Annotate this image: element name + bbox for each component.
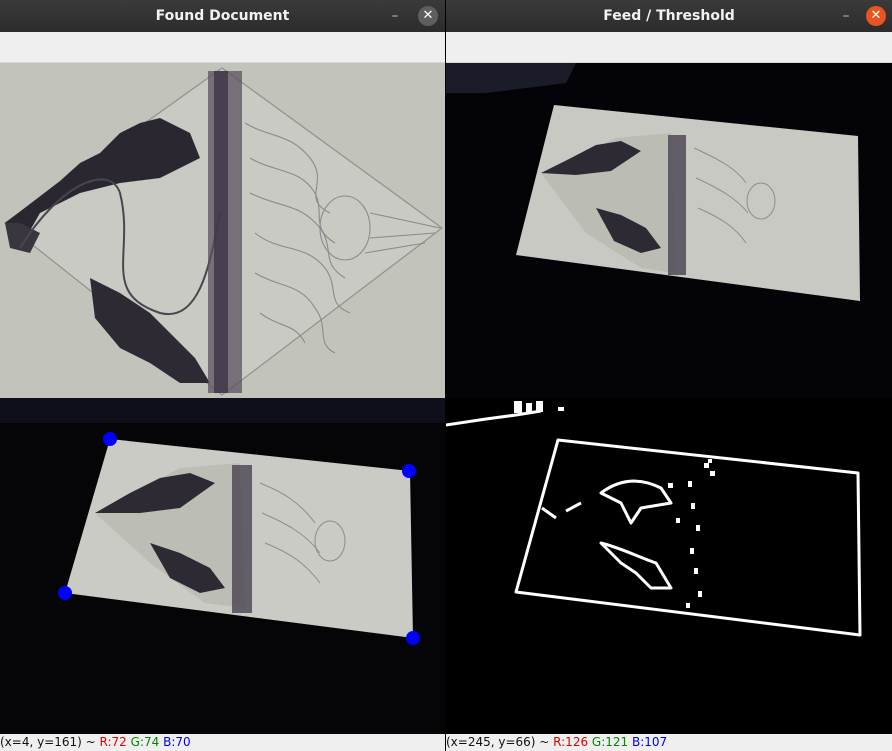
close-icon[interactable]: ✕ bbox=[418, 6, 438, 26]
status-bar: (x=245, y=66) ~ R:126 G:121 B:107 bbox=[446, 734, 892, 751]
window-title: Found Document bbox=[155, 8, 290, 24]
pixel-b-value: B:107 bbox=[632, 735, 668, 749]
corner-marker bbox=[103, 432, 117, 446]
status-bar: (x=4, y=161) ~ R:72 G:74 B:70 bbox=[0, 734, 445, 751]
window-title: Feed / Threshold bbox=[603, 8, 735, 24]
corner-marker bbox=[406, 631, 420, 645]
cursor-coords: (x=4, y=161) ~ bbox=[0, 735, 100, 749]
pixel-r-value: R:72 bbox=[99, 735, 127, 749]
toolbar bbox=[446, 32, 892, 63]
image-canvas[interactable] bbox=[446, 63, 892, 734]
window-found-document: Found Document – ✕ (x=4, y=161) ~ R:72 G… bbox=[0, 0, 445, 751]
titlebar[interactable]: Found Document – ✕ bbox=[0, 0, 445, 32]
close-icon[interactable]: ✕ bbox=[866, 6, 886, 26]
minimize-icon[interactable]: – bbox=[387, 8, 403, 24]
image-canvas[interactable] bbox=[0, 63, 445, 734]
cursor-coords: (x=245, y=66) ~ bbox=[446, 735, 554, 749]
raw-feed-image bbox=[446, 63, 892, 398]
pixel-g-value: G:74 bbox=[130, 735, 160, 749]
window-feed-threshold: Feed / Threshold – ✕ (x=245, y=66) ~ R:1… bbox=[446, 0, 892, 751]
corner-marker bbox=[58, 586, 72, 600]
pixel-r-value: R:126 bbox=[553, 735, 589, 749]
threshold-output-image bbox=[446, 398, 892, 734]
warped-document-image bbox=[0, 63, 445, 398]
minimize-icon[interactable]: – bbox=[838, 8, 854, 24]
pixel-g-value: G:121 bbox=[591, 735, 629, 749]
pixel-b-value: B:70 bbox=[163, 735, 191, 749]
corner-marker bbox=[402, 464, 416, 478]
titlebar[interactable]: Feed / Threshold – ✕ bbox=[446, 0, 892, 32]
toolbar bbox=[0, 32, 445, 63]
camera-feed-image bbox=[0, 398, 445, 734]
